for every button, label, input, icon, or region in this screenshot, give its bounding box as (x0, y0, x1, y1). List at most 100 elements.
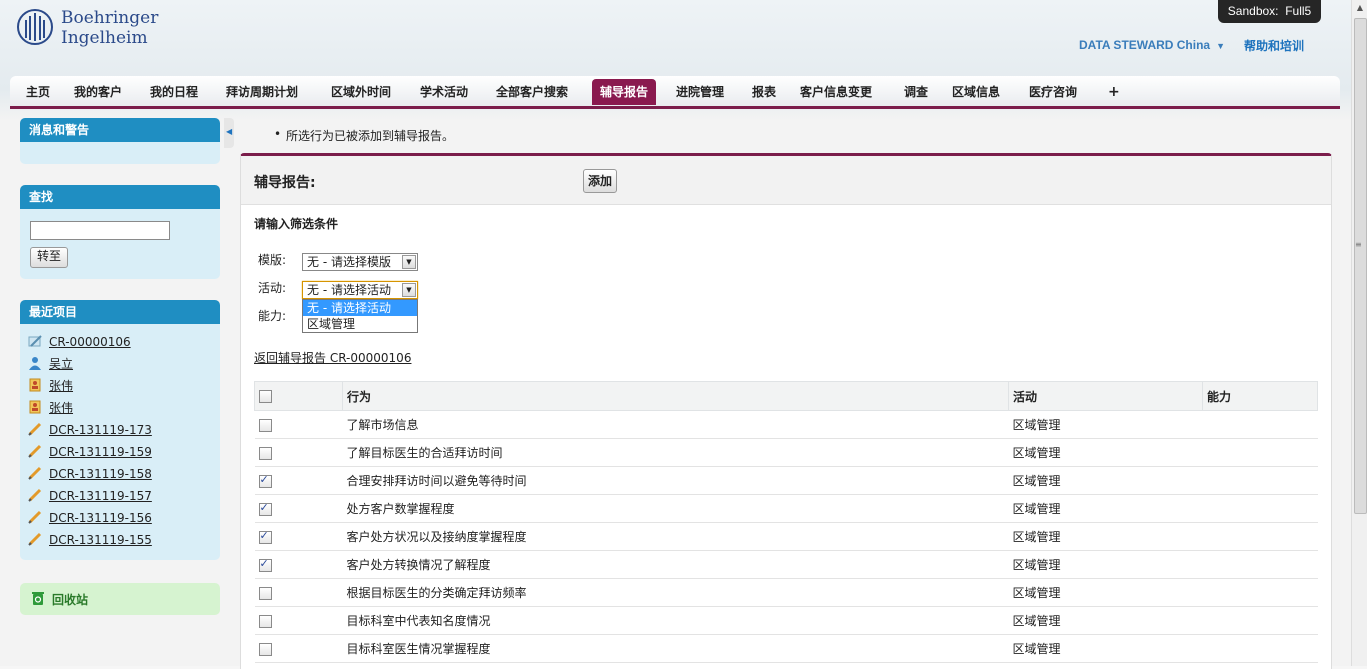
recent-item-label: DCR-131119-173 (49, 423, 152, 437)
ability-cell (1202, 578, 1318, 607)
activity-cell: 区域管理 (1008, 634, 1203, 663)
panel-title: 辅导报告: (254, 175, 316, 191)
add-button[interactable]: 添加 (583, 169, 618, 193)
pencil-icon (28, 532, 42, 546)
recent-item[interactable]: DCR-131119-158 (28, 464, 152, 484)
row-checkbox[interactable] (258, 418, 272, 432)
activity-option[interactable]: 无 - 请选择活动 (303, 300, 417, 316)
table-row: 目标科室医生情况掌握程度 区域管理 (254, 634, 1318, 663)
row-checkbox-cell (254, 550, 343, 579)
behavior-cell: 客户处方状况以及接纳度掌握程度 (342, 522, 1009, 551)
recent-item[interactable]: 张伟 (28, 398, 73, 418)
tab-home[interactable]: 主页 (18, 81, 58, 103)
recent-item[interactable]: 吴立 (28, 354, 73, 374)
row-checkbox-cell (254, 634, 343, 663)
activity-cell: 区域管理 (1008, 522, 1203, 551)
recent-item-label: DCR-131119-156 (49, 511, 152, 525)
panel-header: 辅导报告: 添加 (241, 156, 1331, 205)
coaching-report-panel: 辅导报告: 添加 请输入筛选条件 模版: 无 - 请选择模版 ▼ 活动: 无 -… (240, 153, 1332, 669)
ability-cell (1202, 634, 1318, 663)
user-menu-label: DATA STEWARD China (1079, 38, 1211, 52)
row-checkbox-cell (254, 494, 343, 523)
activity-cell: 区域管理 (1008, 466, 1203, 495)
sandbox-label: Sandbox: (1227, 4, 1279, 18)
scrollbar-thumb[interactable] (1354, 18, 1367, 514)
chevron-left-icon: ◀ (226, 127, 233, 136)
recent-item-label: CR-00000106 (49, 335, 131, 349)
go-button[interactable]: 转至 (30, 247, 69, 268)
tab-add-icon[interactable]: + (1100, 81, 1128, 103)
scrollbar-grip-icon: ≡ (1355, 240, 1362, 249)
row-checkbox-cell (254, 606, 343, 635)
tab-my-calendar[interactable]: 我的日程 (142, 81, 206, 103)
sandbox-name: Full5 (1285, 4, 1312, 18)
tab-survey[interactable]: 调查 (896, 81, 936, 103)
row-checkbox-cell (254, 438, 343, 467)
recent-item[interactable]: CR-00000106 (28, 332, 131, 352)
tab-bar: 主页 我的客户 我的日程 拜访周期计划 区域外时间 学术活动 全部客户搜索 辅导… (10, 76, 1340, 109)
row-checkbox[interactable] (258, 614, 272, 628)
row-checkbox[interactable] (258, 446, 272, 460)
find-input[interactable] (30, 221, 170, 240)
dropdown-arrow-icon: ▼ (402, 255, 416, 269)
row-checkbox[interactable] (258, 501, 272, 516)
tab-customer-info-change[interactable]: 客户信息变更 (792, 81, 880, 103)
row-checkbox[interactable] (258, 473, 272, 488)
table-row: 客户处方状况以及接纳度掌握程度 区域管理 (254, 522, 1318, 551)
column-activity[interactable]: 活动 (1008, 381, 1203, 411)
recent-item[interactable]: DCR-131119-157 (28, 486, 152, 506)
behavior-cell: 目标科室中代表知名度情况 (342, 606, 1009, 635)
activity-cell: 区域管理 (1008, 410, 1203, 439)
table-row: 处方客户数掌握程度 区域管理 (254, 494, 1318, 523)
row-checkbox-cell (254, 466, 343, 495)
recycle-bin-label: 回收站 (52, 593, 89, 607)
brand-line2: Ingelheim (61, 28, 148, 48)
recent-item[interactable]: DCR-131119-173 (28, 420, 152, 440)
activity-select[interactable]: 无 - 请选择活动 ▼ (302, 281, 418, 299)
select-all-checkbox[interactable] (259, 390, 272, 403)
recycle-bin-link[interactable]: 回收站 (20, 583, 220, 615)
column-behavior[interactable]: 行为 (342, 381, 1009, 411)
row-checkbox[interactable] (258, 642, 272, 656)
recent-item[interactable]: DCR-131119-159 (28, 442, 152, 462)
row-checkbox[interactable] (258, 586, 272, 600)
column-ability[interactable]: 能力 (1202, 381, 1318, 411)
recent-item-label: DCR-131119-158 (49, 467, 152, 481)
user-icon (28, 356, 42, 370)
template-label: 模版: (258, 253, 287, 267)
behavior-cell: 客户处方转换情况了解程度 (342, 550, 1009, 579)
tab-coaching-report[interactable]: 辅导报告 (592, 79, 657, 105)
activity-label: 活动: (258, 281, 287, 295)
row-checkbox[interactable] (258, 529, 272, 544)
tab-all-customer-search[interactable]: 全部客户搜索 (488, 81, 576, 103)
user-menu[interactable]: DATA STEWARD China ▼ (1079, 38, 1225, 52)
tab-my-customers[interactable]: 我的客户 (66, 81, 130, 103)
behavior-cell: 处方客户数掌握程度 (342, 494, 1009, 523)
page-scrollbar[interactable]: ▲ ≡ (1351, 0, 1367, 666)
recent-item[interactable]: DCR-131119-156 (28, 508, 152, 528)
ability-cell (1202, 606, 1318, 635)
tab-hospital-access[interactable]: 进院管理 (668, 81, 732, 103)
tab-reports[interactable]: 报表 (744, 81, 784, 103)
scroll-up-arrow-icon[interactable]: ▲ (1352, 0, 1367, 16)
recent-item-label: 张伟 (49, 401, 74, 415)
help-training-link[interactable]: 帮助和培训 (1244, 37, 1304, 54)
back-to-report-link[interactable]: 返回辅导报告 CR-00000106 (254, 349, 411, 366)
template-select[interactable]: 无 - 请选择模版 ▼ (302, 253, 418, 271)
pencil-icon (28, 488, 42, 502)
tab-medical-events[interactable]: 学术活动 (412, 81, 476, 103)
tab-time-off-territory[interactable]: 区域外时间 (323, 81, 399, 103)
pencil-icon (28, 510, 42, 524)
sidebar-collapse-handle[interactable]: ◀ (224, 118, 234, 148)
row-checkbox[interactable] (258, 557, 272, 572)
recent-item[interactable]: DCR-131119-155 (28, 530, 152, 550)
tab-call-cycle-plan[interactable]: 拜访周期计划 (218, 81, 306, 103)
activity-cell: 区域管理 (1008, 438, 1203, 467)
tab-territory-info[interactable]: 区域信息 (944, 81, 1008, 103)
recent-item[interactable]: 张伟 (28, 376, 73, 396)
tab-medical-inquiry[interactable]: 医疗咨询 (1021, 81, 1085, 103)
messages-header[interactable]: 消息和警告 (20, 118, 220, 142)
behavior-cell: 了解市场信息 (342, 410, 1009, 439)
recent-item-label: 吴立 (49, 357, 74, 371)
activity-option[interactable]: 区域管理 (303, 316, 417, 332)
